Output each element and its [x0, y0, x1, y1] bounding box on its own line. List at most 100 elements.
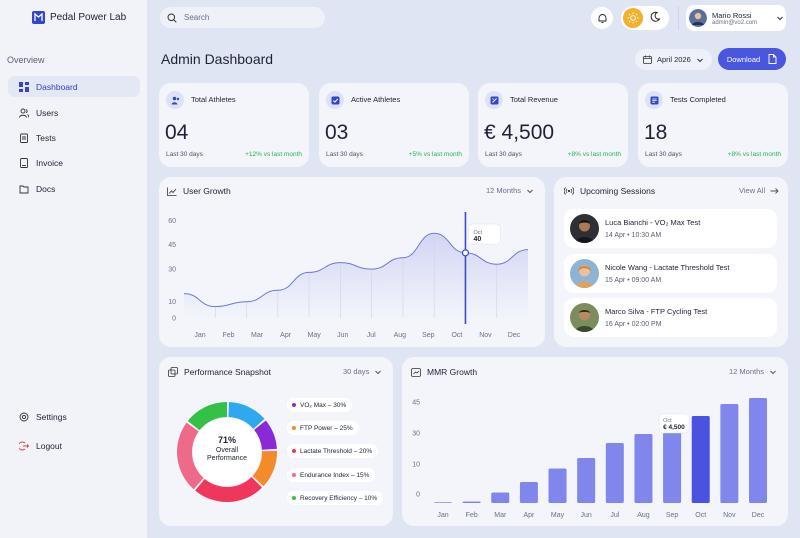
- legend-label: Endurance Index – 15%: [300, 471, 370, 479]
- x-tick-label: May: [308, 332, 322, 339]
- sidebar-section-title: Overview: [7, 55, 45, 65]
- search-icon: [167, 13, 177, 23]
- bar: [577, 458, 596, 503]
- performance-filter[interactable]: 30 days: [343, 367, 382, 376]
- y-tick-label: 10: [168, 299, 176, 306]
- users-icon: [19, 108, 29, 118]
- legend-item: Lactate Threshold – 20%: [287, 444, 379, 458]
- stat-value: € 4,500: [484, 121, 555, 144]
- x-tick-label: Jan: [437, 512, 448, 519]
- y-tick-label: 0: [416, 492, 420, 499]
- stat-card-total-athletes: Total Athletes 04 Last 30 days +12% vs l…: [159, 83, 309, 167]
- bar: [434, 502, 452, 503]
- session-item[interactable]: Luca Bianchi - VO₂ Max Test 14 Apr • 10:…: [564, 209, 777, 248]
- money-icon: [485, 91, 503, 109]
- legend-item: Endurance Index – 15%: [287, 468, 376, 482]
- x-tick-label: May: [551, 512, 565, 519]
- download-button[interactable]: Download: [718, 48, 786, 70]
- sidebar-item-invoice[interactable]: Invoice: [8, 152, 140, 173]
- user-name: Mario Rossi: [712, 10, 752, 20]
- y-tick-label: 30: [168, 267, 176, 274]
- theme-toggle[interactable]: [621, 6, 669, 30]
- sidebar-item-label: Settings: [36, 411, 67, 422]
- session-item[interactable]: Nicole Wang - Lactate Threshold Test 15 …: [564, 254, 777, 293]
- x-tick-label: Jul: [367, 332, 376, 339]
- sidebar-item-label: Tests: [36, 132, 56, 143]
- tooltip-value: € 4,500: [663, 424, 685, 431]
- mmr-growth-chart: 0 10 30 45 Jan Feb Mar Apr May Jun Jul Aug Sep Oct Nov…: [412, 398, 767, 519]
- sidebar-item-docs[interactable]: Docs: [8, 178, 140, 199]
- date-selector[interactable]: April 2026: [635, 49, 712, 70]
- stat-value: 04: [165, 121, 189, 144]
- legend-label: Recovery Efficiency – 10%: [300, 494, 378, 502]
- logout-icon: [19, 441, 29, 450]
- sidebar-item-tests[interactable]: Tests: [8, 127, 140, 148]
- session-name: Marco Silva - FTP Cycling Test: [605, 307, 708, 316]
- bell-icon: [598, 13, 606, 23]
- x-tick-label: Nov: [723, 512, 736, 519]
- download-label: Download: [726, 54, 761, 64]
- sidebar-item-label: Logout: [36, 440, 62, 451]
- sidebar-item-users[interactable]: Users: [8, 102, 140, 123]
- stat-change: +8% vs last month: [567, 151, 621, 158]
- chevron-down-icon: [696, 58, 703, 62]
- x-tick-label: Dec: [752, 512, 765, 519]
- brand[interactable]: Pedal Power Lab: [32, 11, 126, 24]
- x-tick-label: Jul: [610, 512, 619, 519]
- stat-card-active-athletes: Active Athletes 03 Last 30 days +5% vs l…: [319, 83, 469, 167]
- tooltip-value: 40: [473, 236, 481, 243]
- user-email: admin@vo2.com: [712, 19, 758, 26]
- x-tick-label: Jan: [194, 332, 205, 339]
- stat-title: Active Athletes: [351, 95, 401, 104]
- legend-dot: [292, 473, 296, 477]
- donut-center-label: Performance: [206, 455, 248, 462]
- stat-change: +12% vs last month: [245, 151, 302, 158]
- session-name: Nicole Wang - Lactate Threshold Test: [605, 263, 730, 272]
- legend-dot: [292, 496, 296, 500]
- y-tick-label: 0: [172, 316, 176, 323]
- x-tick-label: Sep: [666, 512, 679, 519]
- session-time: 14 Apr • 10:30 AM: [605, 232, 662, 239]
- divider: [678, 6, 679, 30]
- notifications-button[interactable]: [591, 7, 613, 29]
- user-menu[interactable]: Mario Rossi admin@vo2.com: [686, 5, 786, 31]
- x-tick-label: Mar: [494, 512, 507, 519]
- legend-item: VO₂ Max – 30%: [287, 398, 353, 412]
- avatar: [570, 259, 599, 288]
- moon-icon[interactable]: [649, 11, 661, 23]
- x-tick-label: Oct: [695, 512, 706, 519]
- avatar: [570, 214, 599, 243]
- performance-header: Performance Snapshot: [168, 367, 271, 377]
- sun-icon: [627, 12, 639, 24]
- stat-value: 03: [325, 121, 349, 144]
- page-title: Admin Dashboard: [161, 51, 274, 67]
- stat-change: +8% vs last month: [727, 151, 781, 158]
- brand-name: Pedal Power Lab: [50, 12, 127, 23]
- x-tick-label: Oct: [451, 332, 462, 339]
- y-tick-label: 45: [168, 242, 176, 249]
- sidebar-item-dashboard[interactable]: Dashboard: [8, 76, 140, 97]
- stat-title: Tests Completed: [670, 95, 726, 104]
- session-name: Luca Bianchi - VO₂ Max Test: [605, 218, 701, 227]
- legend-label: VO₂ Max – 30%: [300, 401, 347, 409]
- copy-icon: [168, 367, 178, 377]
- sidebar-item-label: Dashboard: [36, 81, 78, 92]
- x-tick-label: Aug: [394, 332, 407, 339]
- bar: [720, 404, 739, 503]
- sidebar-item-logout[interactable]: Logout: [8, 435, 140, 456]
- folder-icon: [19, 185, 29, 193]
- search-placeholder: Search: [184, 13, 210, 22]
- x-tick-label: Dec: [508, 332, 521, 339]
- light-mode-button[interactable]: [623, 8, 643, 28]
- bar: [548, 468, 567, 503]
- search-input[interactable]: Search: [160, 7, 325, 28]
- view-all-link[interactable]: View All: [739, 186, 779, 195]
- bar: [462, 501, 481, 503]
- avatar: [689, 9, 707, 27]
- session-item[interactable]: Marco Silva - FTP Cycling Test 16 Apr • …: [564, 298, 777, 337]
- x-tick-label: Aug: [637, 512, 650, 519]
- sidebar-item-settings[interactable]: Settings: [8, 406, 140, 427]
- filter-label: 30 days: [343, 367, 370, 376]
- legend-item: FTP Power – 25%: [287, 421, 359, 435]
- invoice-icon: [20, 157, 28, 168]
